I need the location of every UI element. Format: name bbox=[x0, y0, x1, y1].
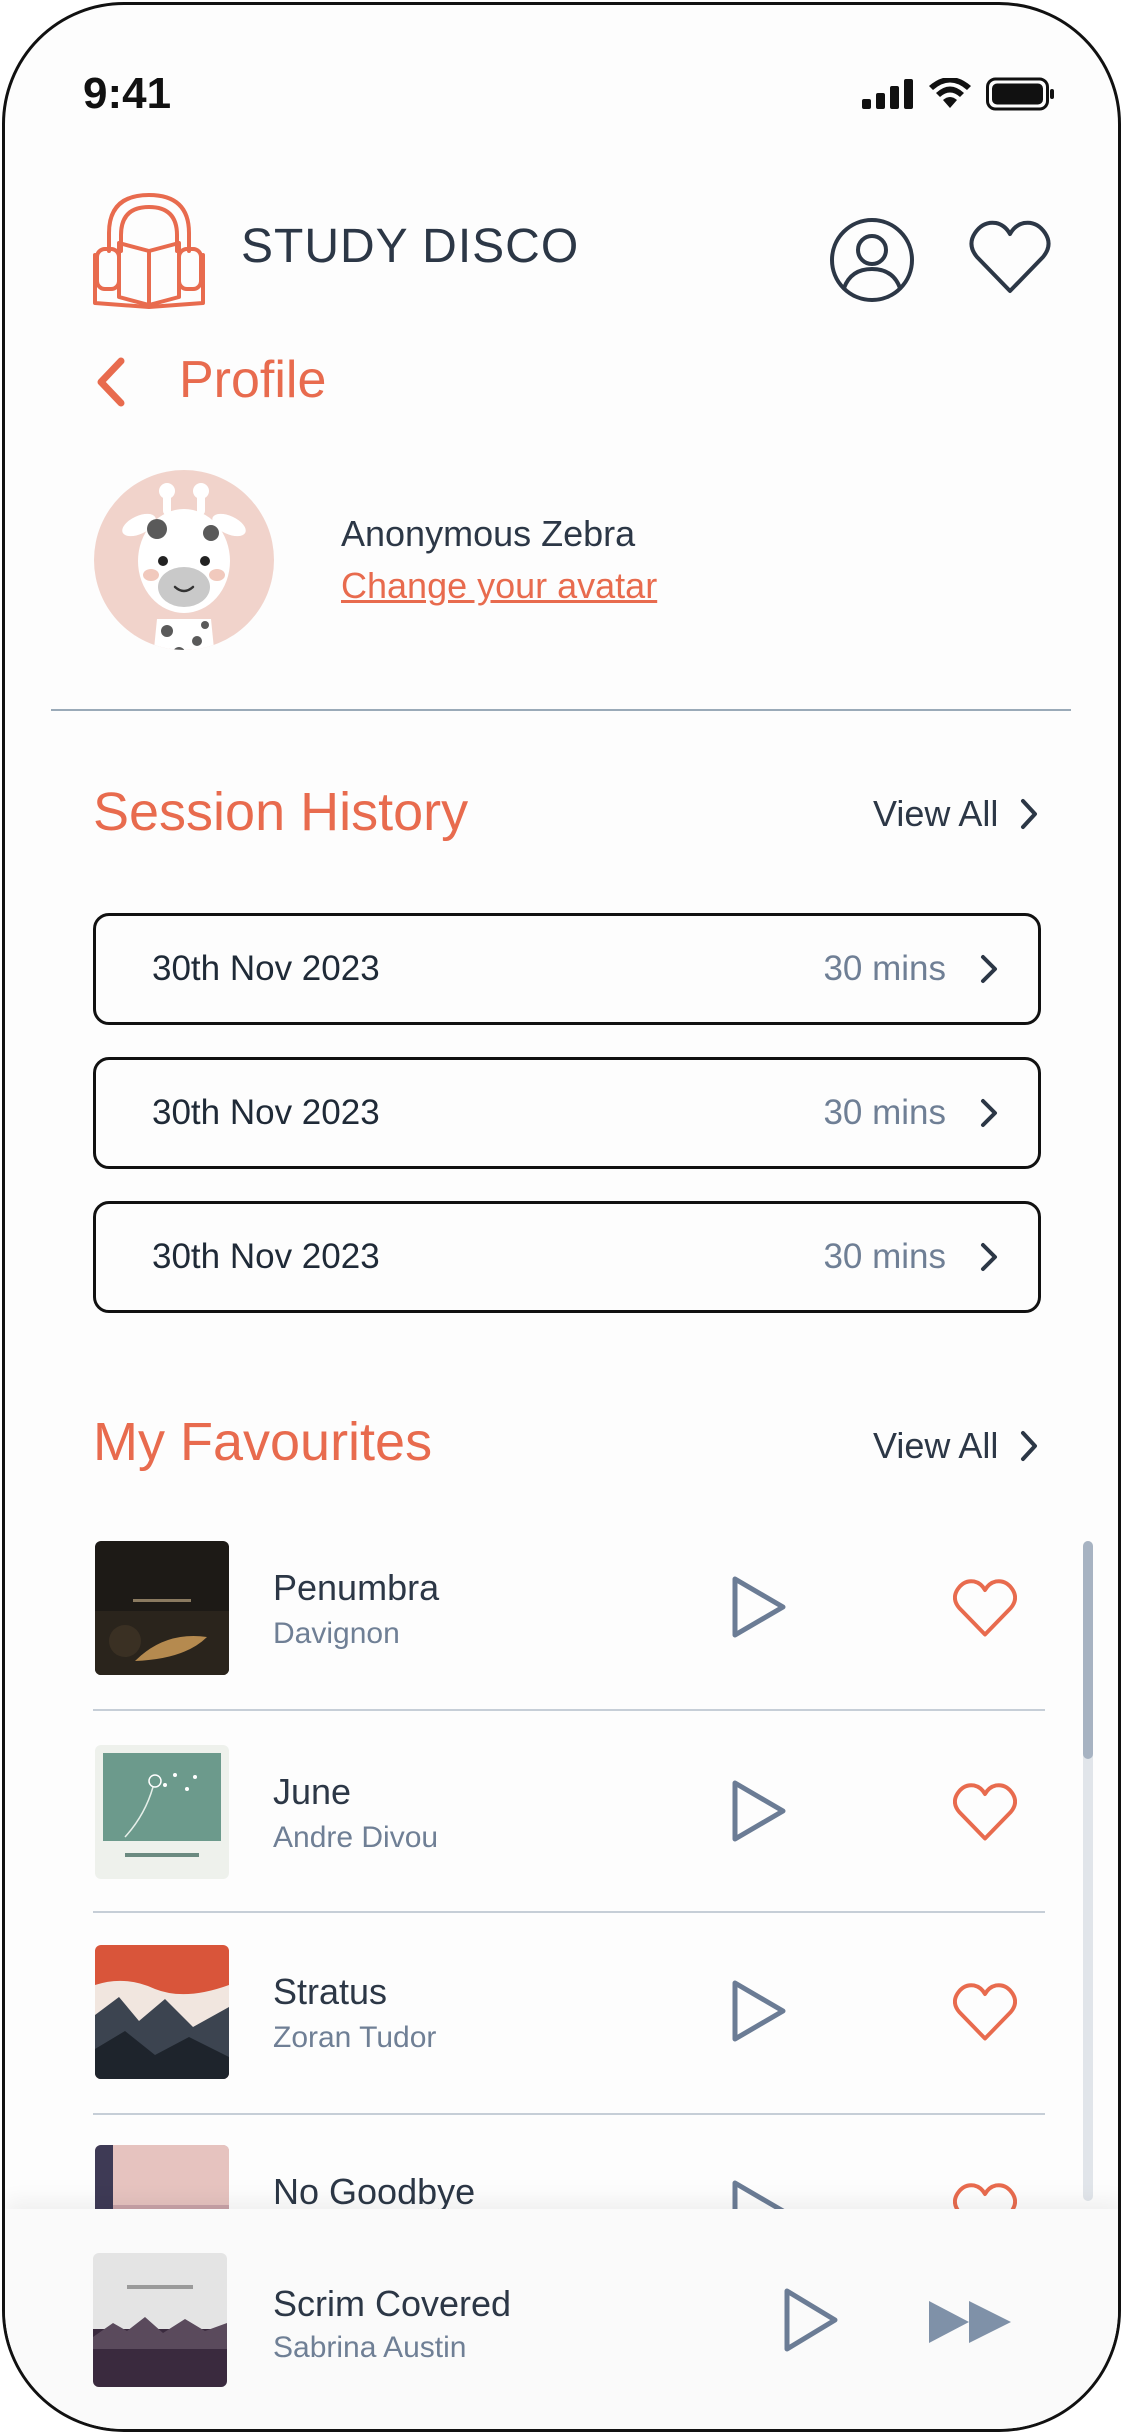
status-icons bbox=[862, 77, 1056, 111]
status-time: 9:41 bbox=[83, 69, 172, 118]
view-all-label: View All bbox=[873, 1425, 999, 1466]
user-name: Anonymous Zebra bbox=[341, 513, 636, 554]
play-icon[interactable] bbox=[729, 1575, 789, 1639]
track-title: No Goodbye bbox=[273, 2171, 476, 2212]
now-playing-bar[interactable]: Scrim Covered Sabrina Austin bbox=[5, 2209, 1118, 2429]
heart-icon[interactable] bbox=[953, 1981, 1017, 2043]
list-item[interactable]: June Andre Divou bbox=[93, 1743, 1045, 1945]
profile-icon[interactable] bbox=[829, 217, 915, 303]
chevron-right-icon bbox=[981, 1099, 997, 1127]
chevron-right-icon bbox=[981, 955, 997, 983]
album-art bbox=[93, 2253, 227, 2387]
album-art bbox=[95, 1945, 229, 2079]
session-date: 30th Nov 2023 bbox=[152, 949, 380, 988]
track-artist: Zoran Tudor bbox=[273, 2021, 437, 2054]
session-history-view-all[interactable]: View All bbox=[873, 793, 1038, 835]
favourites-view-all[interactable]: View All bbox=[873, 1425, 1038, 1467]
now-playing-artist: Sabrina Austin bbox=[273, 2331, 467, 2364]
session-date: 30th Nov 2023 bbox=[152, 1093, 380, 1132]
page-title: Profile bbox=[179, 351, 327, 409]
chevron-right-icon bbox=[1021, 799, 1038, 829]
signal-icon bbox=[862, 79, 913, 109]
session-date: 30th Nov 2023 bbox=[152, 1237, 380, 1276]
album-art bbox=[95, 1541, 229, 1675]
divider bbox=[51, 709, 1071, 711]
brand-name: STUDY DISCO bbox=[241, 220, 580, 273]
track-title: Penumbra bbox=[273, 1567, 440, 1608]
fast-forward-icon[interactable] bbox=[927, 2299, 1013, 2345]
now-playing-title: Scrim Covered bbox=[273, 2283, 512, 2324]
change-avatar-link[interactable]: Change your avatar bbox=[341, 565, 657, 607]
view-all-label: View All bbox=[873, 793, 999, 834]
track-title: June bbox=[273, 1771, 352, 1812]
chevron-right-icon bbox=[981, 1243, 997, 1271]
scrollbar-thumb[interactable] bbox=[1083, 1541, 1093, 1759]
chevron-right-icon bbox=[1021, 1431, 1038, 1461]
session-item[interactable]: 30th Nov 2023 30 mins bbox=[93, 1201, 1041, 1313]
play-icon[interactable] bbox=[729, 1979, 789, 2043]
wifi-icon bbox=[929, 78, 971, 108]
logo-icon bbox=[93, 193, 205, 309]
session-item[interactable]: 30th Nov 2023 30 mins bbox=[93, 913, 1041, 1025]
avatar[interactable] bbox=[93, 469, 275, 651]
heart-icon[interactable] bbox=[953, 1577, 1017, 1639]
play-icon[interactable] bbox=[781, 2287, 841, 2353]
session-history-title: Session History bbox=[93, 782, 469, 842]
divider bbox=[93, 1911, 1045, 1913]
divider bbox=[93, 1709, 1045, 1711]
session-item[interactable]: 30th Nov 2023 30 mins bbox=[93, 1057, 1041, 1169]
heart-icon[interactable] bbox=[953, 1781, 1017, 1843]
favourites-heart-icon[interactable] bbox=[969, 219, 1051, 295]
track-artist: Andre Divou bbox=[273, 1821, 439, 1854]
session-duration: 30 mins bbox=[823, 1093, 946, 1132]
favourites-title: My Favourites bbox=[93, 1412, 433, 1472]
battery-icon bbox=[986, 77, 1054, 111]
divider bbox=[93, 2113, 1045, 2115]
session-duration: 30 mins bbox=[823, 949, 946, 988]
play-icon[interactable] bbox=[729, 1779, 789, 1843]
session-duration: 30 mins bbox=[823, 1237, 946, 1276]
album-art bbox=[95, 1745, 229, 1879]
chevron-left-icon[interactable] bbox=[93, 357, 129, 407]
phone-frame: 9:41 STUDY DISCO Profile Anonymous Zebra… bbox=[2, 2, 1121, 2432]
track-artist: Davignon bbox=[273, 1617, 400, 1650]
track-title: Stratus bbox=[273, 1971, 388, 2012]
